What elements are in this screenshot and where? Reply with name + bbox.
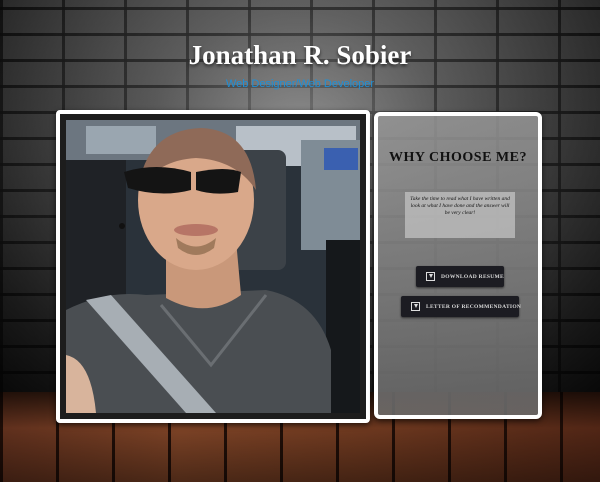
panel-blurb: Take the time to read what I have writte… — [405, 192, 515, 238]
letter-of-recommendation-label: LETTER OF RECOMMENDATION — [426, 303, 522, 310]
download-icon — [411, 302, 420, 311]
profile-photo — [66, 120, 360, 413]
profile-photo-frame — [56, 110, 370, 423]
panel-heading: WHY CHOOSE ME? — [389, 150, 527, 165]
page-title: Jonathan R. Sobier — [188, 40, 412, 70]
download-resume-label: DOWNLOAD RESUME — [441, 273, 505, 280]
page-tagline: Web Designer/Web Developer — [225, 78, 375, 90]
letter-of-recommendation-button[interactable]: LETTER OF RECOMMENDATION — [401, 296, 522, 317]
why-choose-me-panel: WHY CHOOSE ME? Take the time to read wha… — [374, 112, 542, 419]
download-icon — [426, 272, 435, 281]
download-resume-button[interactable]: DOWNLOAD RESUME — [416, 266, 504, 287]
